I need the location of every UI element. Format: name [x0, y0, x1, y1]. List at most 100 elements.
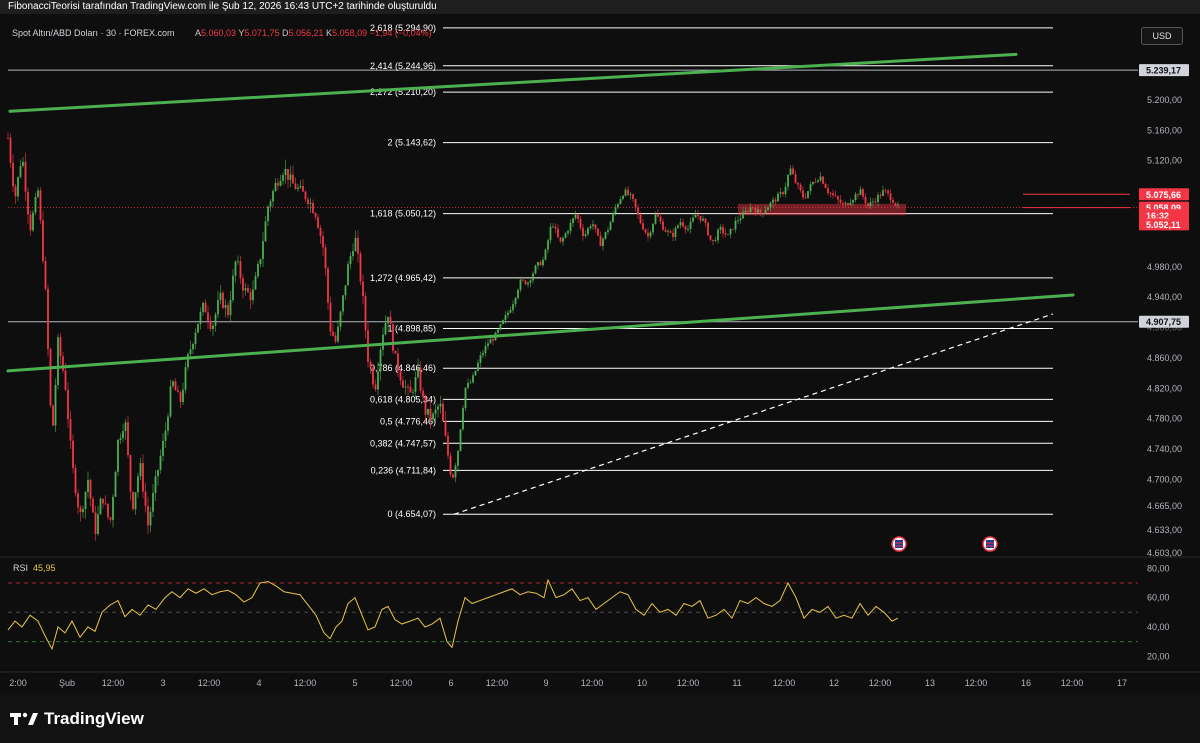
candle-body-105 — [269, 201, 272, 207]
candle-body-57 — [149, 511, 152, 526]
rsi-line — [7, 578, 899, 651]
fib-level-label-12: 0 (4.654,07) — [387, 509, 436, 519]
price-axis-tick-6: 4.820,00 — [1147, 383, 1182, 393]
candle-body-251 — [634, 198, 637, 208]
rsi-label: RSI — [13, 563, 28, 573]
candle-body-196 — [497, 329, 499, 333]
candle-body-161 — [409, 386, 412, 393]
candle-body-193 — [489, 339, 492, 344]
candle-body-150 — [382, 334, 384, 350]
candle-body-311 — [784, 186, 787, 195]
candle-body-155 — [394, 350, 397, 354]
candle-body-188 — [477, 362, 479, 371]
price-axis-tick-9: 4.700,00 — [1147, 474, 1182, 484]
candle-body-49 — [129, 455, 132, 492]
candle-body-81 — [209, 320, 212, 330]
time-axis-tick-6: 12:00 — [294, 678, 317, 688]
time-axis-tick-16: 12:00 — [773, 678, 796, 688]
candle-body-98 — [252, 289, 254, 301]
candle-body-30 — [82, 509, 84, 513]
candle-body-198 — [502, 320, 504, 325]
candle-body-23 — [64, 370, 67, 390]
fib-level-label-1: 2,414 (5.244,96) — [370, 61, 436, 71]
candle-body-101 — [259, 259, 262, 265]
candle-body-350 — [882, 190, 884, 196]
open-value: 5.060,03 — [201, 28, 237, 38]
candle-body-88 — [227, 304, 229, 316]
tradingview-logo-icon — [10, 712, 38, 725]
candle-body-220 — [557, 228, 559, 238]
candle-body-258 — [652, 223, 654, 233]
candle-body-215 — [544, 249, 547, 260]
candle-body-287 — [724, 233, 727, 235]
candle-body-318 — [802, 190, 804, 198]
candle-body-123 — [314, 213, 317, 218]
candle-body-324 — [817, 180, 819, 183]
candle-body-228 — [577, 214, 579, 220]
candle-body-185 — [469, 382, 472, 384]
candle-body-264 — [667, 231, 669, 233]
candle-body-242 — [612, 213, 614, 222]
candle-body-348 — [877, 194, 879, 202]
candle-body-213 — [539, 262, 542, 266]
candle-body-46 — [122, 431, 124, 439]
candle-body-175 — [444, 420, 447, 436]
candle-body-153 — [389, 316, 392, 325]
candle-body-216 — [547, 240, 549, 250]
candle-body-176 — [447, 435, 449, 456]
candle-body-226 — [572, 218, 574, 223]
candle-body-136 — [347, 264, 349, 286]
price-axis-tick-3: 4.980,00 — [1147, 262, 1182, 272]
time-axis-tick-11: 9 — [543, 678, 548, 688]
candle-body-12 — [37, 190, 39, 197]
candle-body-43 — [114, 471, 117, 497]
candle-body-301 — [759, 209, 762, 214]
currency-button[interactable]: USD — [1141, 27, 1183, 45]
candle-body-119 — [304, 191, 307, 200]
candle-body-285 — [719, 226, 722, 230]
candle-body-313 — [789, 168, 792, 176]
projection-dashed-line — [453, 313, 1054, 515]
candle-body-290 — [732, 229, 734, 230]
candle-body-70 — [182, 389, 184, 402]
candle-body-25 — [69, 419, 72, 441]
candle-body-208 — [527, 282, 529, 285]
candle-body-13 — [39, 190, 42, 221]
candle-body-28 — [77, 493, 79, 508]
candle-body-206 — [522, 279, 524, 281]
candle-body-64 — [167, 416, 169, 431]
candle-body-154 — [392, 324, 394, 351]
candle-body-85 — [219, 292, 222, 301]
candle-body-224 — [567, 231, 569, 234]
candle-body-109 — [279, 180, 282, 186]
candle-body-142 — [362, 281, 364, 297]
candle-body-130 — [332, 331, 334, 336]
candle-body-262 — [662, 221, 664, 230]
candle-body-79 — [204, 302, 207, 313]
candle-body-283 — [714, 240, 717, 242]
candle-body-328 — [827, 188, 829, 193]
candle-body-126 — [322, 236, 324, 248]
candle-body-233 — [589, 226, 592, 229]
rsi-value: 45,95 — [33, 563, 56, 573]
candle-body-353 — [889, 193, 892, 201]
candle-body-261 — [659, 216, 662, 222]
candle-body-129 — [329, 302, 332, 332]
price-chart[interactable]: 2,618 (5.294,90)2,414 (5.244,96)2,272 (5… — [0, 14, 1200, 693]
candle-body-265 — [669, 231, 672, 233]
candle-body-335 — [844, 203, 847, 204]
tradingview-logo[interactable]: TradingView — [10, 709, 144, 729]
candle-body-255 — [644, 229, 647, 233]
fib-level-label-11: 0,236 (4.711,84) — [371, 465, 436, 475]
candle-body-2 — [12, 162, 14, 187]
candle-body-235 — [594, 224, 597, 229]
candle-body-159 — [404, 386, 407, 388]
candle-body-254 — [642, 223, 644, 230]
candle-body-222 — [562, 237, 564, 242]
candle-body-53 — [139, 463, 142, 477]
candle-body-38 — [102, 498, 104, 504]
candle-body-250 — [632, 194, 634, 199]
candle-body-61 — [159, 455, 162, 470]
price-label-text-1: 5.075,66 — [1146, 190, 1181, 200]
candle-body-309 — [779, 192, 782, 194]
